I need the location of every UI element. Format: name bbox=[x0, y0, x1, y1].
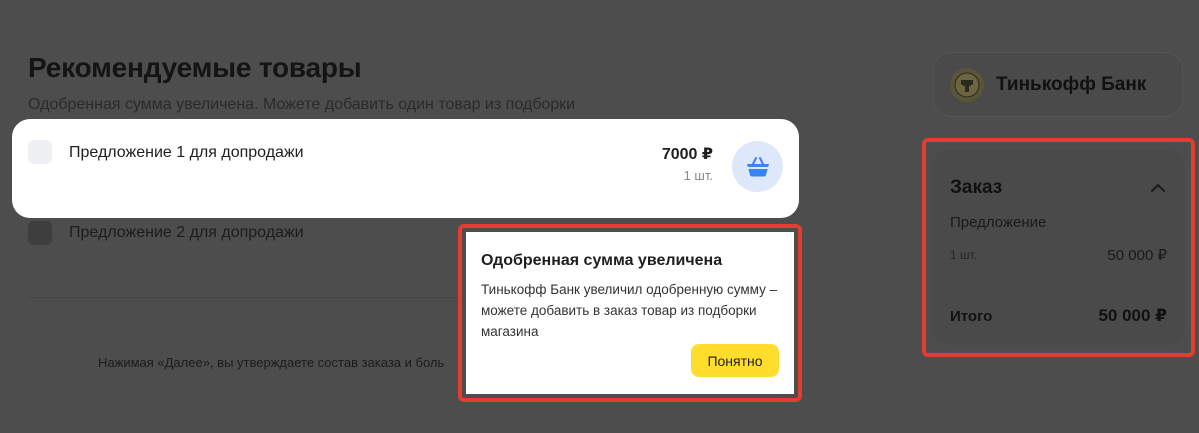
footer-note: Нажимая «Далее», вы утверждаете состав з… bbox=[98, 355, 445, 370]
chevron-up-icon[interactable] bbox=[1147, 176, 1169, 198]
offer-card-1[interactable]: Предложение 1 для допродажи 7000 ₽ 1 шт. bbox=[12, 119, 799, 218]
order-summary: Заказ Предложение 1 шт. 50 000 ₽ Итого 5… bbox=[932, 150, 1185, 345]
bank-name: Тинькофф Банк bbox=[996, 74, 1147, 95]
popup-title: Одобренная сумма увеличена bbox=[481, 252, 723, 269]
offer-1-checkbox[interactable] bbox=[28, 140, 52, 164]
page-title: Рекомендуемые товары bbox=[28, 52, 362, 83]
basket-icon bbox=[746, 156, 769, 176]
offer-1-price: 7000 ₽ bbox=[661, 146, 713, 163]
bank-emblem-icon bbox=[950, 68, 984, 102]
approved-amount-popup: Одобренная сумма увеличена Тинькофф Банк… bbox=[466, 232, 794, 394]
offer-1-label: Предложение 1 для допродажи bbox=[69, 144, 304, 161]
order-highlight-frame: Заказ Предложение 1 шт. 50 000 ₽ Итого 5… bbox=[922, 138, 1195, 357]
order-item-name: Предложение bbox=[950, 214, 1047, 231]
offer-1-qty: 1 шт. bbox=[683, 168, 713, 183]
divider bbox=[28, 297, 458, 298]
popup-highlight-frame: Одобренная сумма увеличена Тинькофф Банк… bbox=[458, 224, 802, 402]
bank-card: Тинькофф Банк bbox=[933, 52, 1183, 117]
add-to-basket-button[interactable] bbox=[732, 141, 783, 192]
order-item-price: 50 000 ₽ bbox=[1107, 247, 1167, 264]
order-item-qty: 1 шт. bbox=[950, 248, 978, 262]
offer-2-label: Предложение 2 для допродажи bbox=[69, 224, 304, 241]
recommendations-subtitle: Одобренная сумма увеличена. Можете добав… bbox=[28, 96, 576, 113]
order-total-label: Итого bbox=[950, 308, 993, 325]
order-total-value: 50 000 ₽ bbox=[1098, 306, 1167, 325]
got-it-button[interactable]: Понятно bbox=[691, 344, 779, 377]
offer-2-checkbox[interactable] bbox=[28, 221, 52, 245]
order-title: Заказ bbox=[950, 177, 1003, 198]
popup-body: Тинькофф Банк увеличил одобренную сумму … bbox=[481, 282, 778, 339]
